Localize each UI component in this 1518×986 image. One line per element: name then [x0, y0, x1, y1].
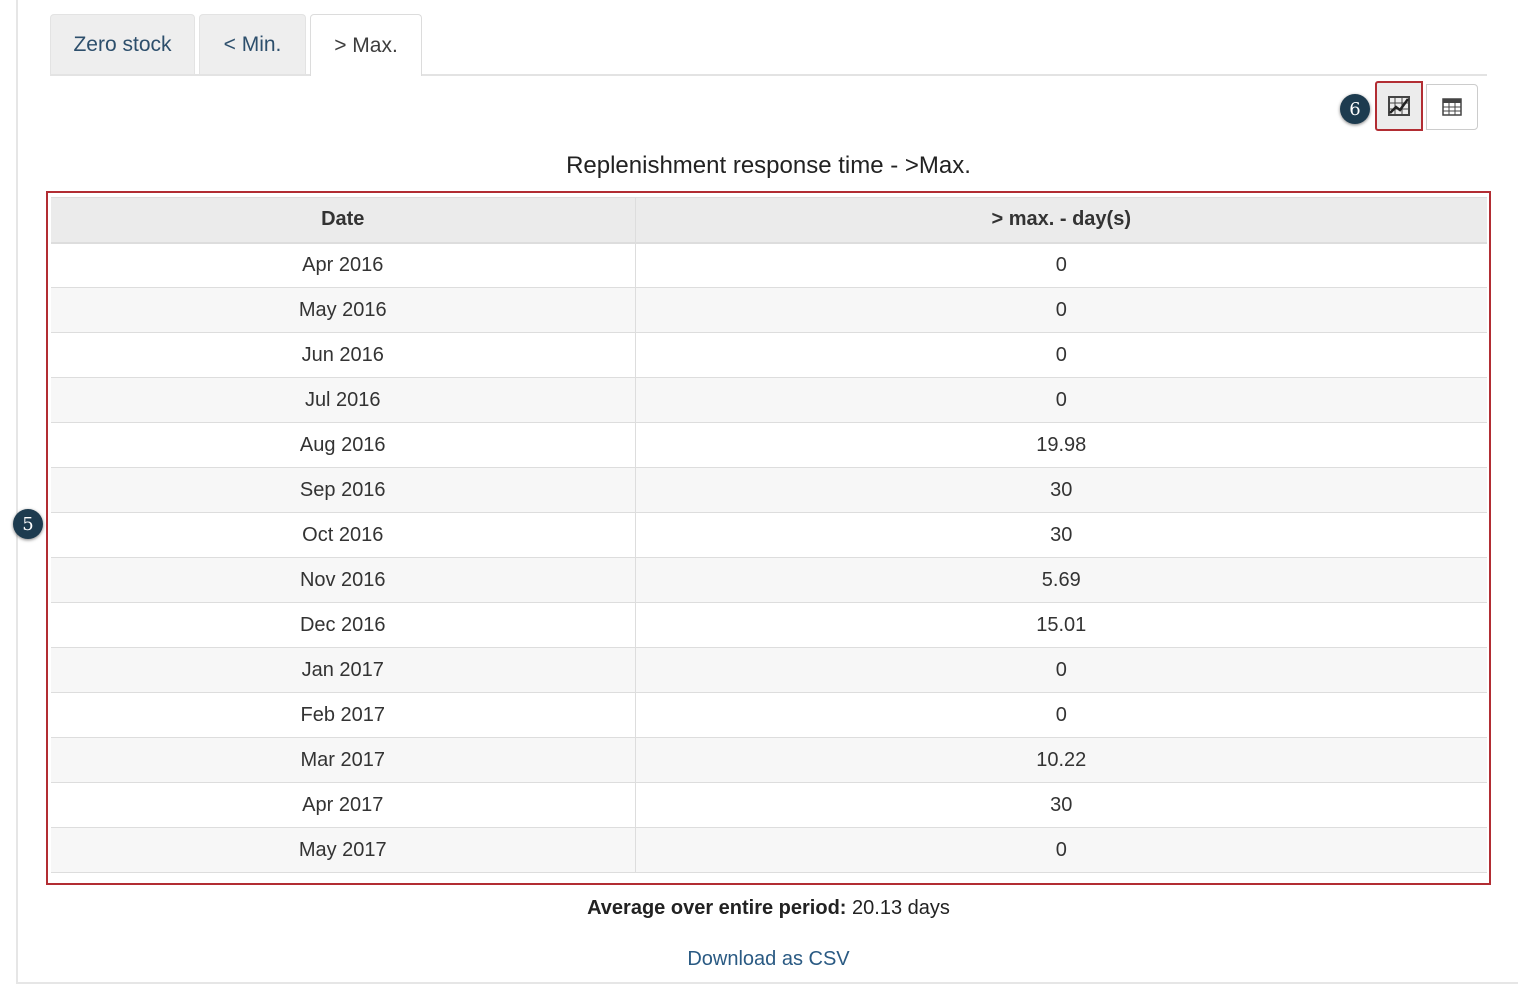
cell-max-days: 0	[635, 647, 1487, 693]
table-row: Mar 2017 10.22	[51, 737, 1487, 783]
cell-date: Oct 2016	[51, 512, 636, 558]
panel-bottom-border	[16, 982, 1518, 984]
download-csv-link[interactable]: Download as CSV	[50, 948, 1487, 971]
table-header-row: Date > max. - day(s)	[51, 197, 1487, 244]
cell-max-days: 0	[635, 242, 1487, 288]
cell-date: May 2016	[51, 287, 636, 333]
cell-date: Aug 2016	[51, 422, 636, 468]
tab-max[interactable]: > Max.	[310, 14, 422, 76]
table-row: Jun 2016 0	[51, 332, 1487, 378]
table-icon	[1442, 98, 1462, 116]
table-row: May 2017 0	[51, 827, 1487, 873]
table-row: Apr 2016 0	[51, 242, 1487, 288]
tab-bar: Zero stock < Min. > Max.	[50, 14, 1487, 76]
table-row: Nov 2016 5.69	[51, 557, 1487, 603]
average-summary: Average over entire period: 20.13 days	[50, 897, 1487, 920]
tab-min[interactable]: < Min.	[199, 14, 306, 74]
cell-max-days: 10.22	[635, 737, 1487, 783]
table-row: Jul 2016 0	[51, 377, 1487, 423]
table-row: Oct 2016 30	[51, 512, 1487, 558]
cell-max-days: 15.01	[635, 602, 1487, 648]
table-row: Dec 2016 15.01	[51, 602, 1487, 648]
cell-date: Apr 2017	[51, 782, 636, 828]
callout-marker-5: 5	[13, 509, 43, 539]
column-header-date[interactable]: Date	[51, 197, 636, 244]
column-header-max-days[interactable]: > max. - day(s)	[635, 197, 1487, 244]
cell-max-days: 0	[635, 377, 1487, 423]
data-table: Date > max. - day(s) Apr 2016 0 May 2016 0 J…	[51, 197, 1487, 873]
chart-title: Replenishment response time - >Max.	[566, 152, 971, 179]
panel-left-border	[16, 0, 18, 984]
cell-date: Jun 2016	[51, 332, 636, 378]
table-row: Jan 2017 0	[51, 647, 1487, 693]
cell-max-days: 0	[635, 332, 1487, 378]
cell-date: May 2017	[51, 827, 636, 873]
cell-date: Jan 2017	[51, 647, 636, 693]
average-label: Average over entire period:	[587, 897, 847, 919]
cell-max-days: 0	[635, 827, 1487, 873]
cell-date: Feb 2017	[51, 692, 636, 738]
cell-date: Dec 2016	[51, 602, 636, 648]
tab-zero-stock[interactable]: Zero stock	[50, 14, 195, 74]
table-row: May 2016 0	[51, 287, 1487, 333]
cell-max-days: 30	[635, 782, 1487, 828]
chart-icon	[1388, 96, 1410, 116]
cell-date: Sep 2016	[51, 467, 636, 513]
table-view-button[interactable]	[1426, 84, 1478, 130]
cell-max-days: 0	[635, 692, 1487, 738]
cell-date: Apr 2016	[51, 242, 636, 288]
chart-view-button[interactable]	[1375, 81, 1423, 131]
average-value: 20.13 days	[852, 897, 950, 919]
cell-max-days: 5.69	[635, 557, 1487, 603]
cell-max-days: 30	[635, 467, 1487, 513]
table-body: Apr 2016 0 May 2016 0 Jun 2016 0 Jul 2016 0 Aug …	[51, 242, 1487, 873]
cell-date: Jul 2016	[51, 377, 636, 423]
table-row: Sep 2016 30	[51, 467, 1487, 513]
cell-date: Mar 2017	[51, 737, 636, 783]
cell-max-days: 30	[635, 512, 1487, 558]
callout-marker-6: 6	[1340, 94, 1370, 124]
table-row: Apr 2017 30	[51, 782, 1487, 828]
table-row: Aug 2016 19.98	[51, 422, 1487, 468]
cell-max-days: 0	[635, 287, 1487, 333]
cell-date: Nov 2016	[51, 557, 636, 603]
cell-max-days: 19.98	[635, 422, 1487, 468]
table-row: Feb 2017 0	[51, 692, 1487, 738]
